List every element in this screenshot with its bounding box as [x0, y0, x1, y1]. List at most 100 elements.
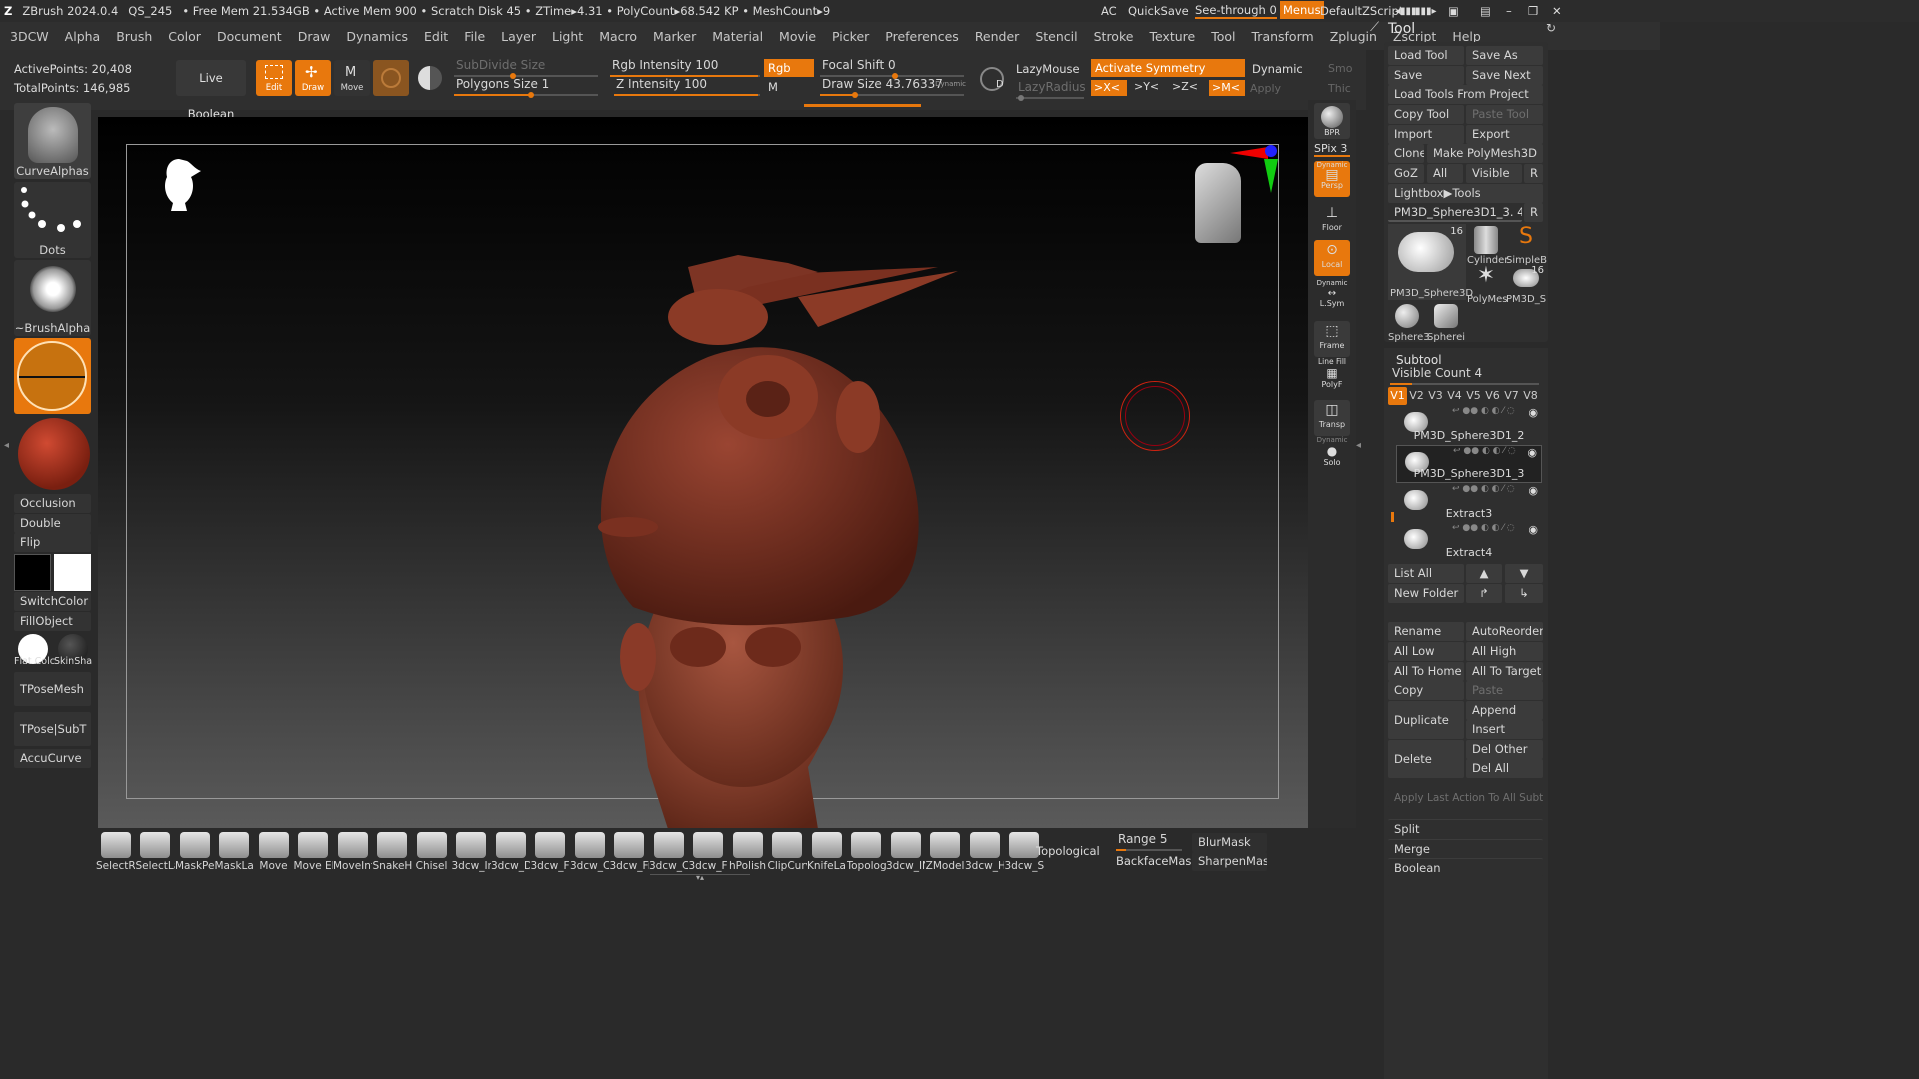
brush-tray-item[interactable]: Topolog — [847, 832, 886, 872]
append-button[interactable]: Append — [1466, 701, 1543, 720]
subtool-visibility-icon[interactable]: ◉ — [1528, 406, 1538, 419]
transp-button[interactable]: ◫ Transp — [1314, 400, 1350, 436]
default-zscript-button[interactable]: DefaultZScript — [1320, 4, 1403, 18]
draw-size-slider[interactable]: Draw Size 43.76337 Dynamic — [818, 77, 968, 98]
autoreorder-button[interactable]: AutoReorder — [1466, 622, 1543, 641]
z-symmetry-toggle[interactable]: >Z< — [1172, 80, 1198, 93]
smooth-slider[interactable]: Smo — [1328, 62, 1352, 75]
panel-icon[interactable]: ▤ — [1480, 4, 1491, 18]
version-tab-v8[interactable]: V8 — [1521, 387, 1540, 405]
all-to-target-button[interactable]: All To Target — [1466, 662, 1543, 681]
primary-color-swatch[interactable] — [14, 554, 51, 591]
menu-movie[interactable]: Movie — [779, 29, 816, 44]
brush-tray-item[interactable]: hPolish — [728, 832, 767, 872]
range-slider[interactable]: Range 5 — [1114, 832, 1186, 852]
all-low-button[interactable]: All Low — [1388, 642, 1464, 661]
brush-tray-item[interactable]: MaskPe — [175, 832, 214, 872]
z-intensity-slider[interactable]: Z Intensity 100 — [612, 77, 764, 97]
goz-r-button[interactable]: R — [1524, 164, 1543, 183]
curve-alphas-button[interactable]: CurveAlphas — [14, 103, 91, 179]
current-tool-slider[interactable]: PM3D_Sphere3D1_3. 48 — [1388, 203, 1522, 222]
subtool-item[interactable]: ◉ ↩ ●● ◐ ◐ ⁄ ◌ Extract4 — [1396, 523, 1542, 561]
version-tab-v5[interactable]: V5 — [1464, 387, 1483, 405]
edit-button[interactable]: Edit — [256, 60, 292, 96]
solo-button[interactable]: ● Solo — [1314, 444, 1350, 470]
menu-layer[interactable]: Layer — [501, 29, 536, 44]
right-collapse-icon[interactable]: ◂ — [1356, 440, 1361, 451]
version-tab-v4[interactable]: V4 — [1445, 387, 1464, 405]
list-all-button[interactable]: List All — [1388, 564, 1464, 583]
menu-alpha[interactable]: Alpha — [65, 29, 101, 44]
version-tab-v3[interactable]: V3 — [1426, 387, 1445, 405]
menu-macro[interactable]: Macro — [599, 29, 637, 44]
load-tool-button[interactable]: Load Tool — [1388, 46, 1464, 65]
current-tool-r-button[interactable]: R — [1524, 203, 1543, 222]
persp-button[interactable]: Dynamic ▤ Persp — [1314, 161, 1350, 197]
lazyradius-slider[interactable]: LazyRadius — [1014, 80, 1088, 101]
brush-tray-item[interactable]: 3dcw_Cl — [570, 832, 609, 872]
rename-button[interactable]: Rename — [1388, 622, 1464, 641]
subtool-options-icon[interactable]: ↩ ●● ◐ ◐ ⁄ ◌ — [1453, 446, 1516, 456]
m-toggle[interactable]: M — [768, 80, 778, 94]
menu-edit[interactable]: Edit — [424, 29, 448, 44]
brush-tray-item[interactable]: SelectLa — [136, 832, 175, 872]
menu-texture[interactable]: Texture — [1149, 29, 1195, 44]
folder-out-icon[interactable]: ↳ — [1505, 584, 1543, 603]
lazymouse-button[interactable]: LazyMouse — [1016, 62, 1080, 76]
flip-button[interactable]: Flip — [14, 533, 91, 552]
subtool-item[interactable]: ◉ ↩ ●● ◐ ◐ ⁄ ◌ PM3D_Sphere3D1_2 — [1396, 406, 1542, 444]
menu-color[interactable]: Color — [168, 29, 201, 44]
left-collapse-icon[interactable]: ◂ — [4, 440, 9, 460]
polygons-size-slider[interactable]: Polygons Size 1 — [452, 77, 602, 98]
brush-tray-item[interactable]: ZModel — [926, 832, 965, 872]
menu-draw[interactable]: Draw — [298, 29, 331, 44]
duplicate-button[interactable]: Duplicate — [1388, 701, 1464, 739]
export-button[interactable]: Export — [1466, 125, 1543, 144]
goz-visible-button[interactable]: Visible — [1466, 164, 1522, 183]
brush-tray-item[interactable]: 3dcw_Fc — [689, 832, 728, 872]
window-icon[interactable]: ▣ — [1448, 4, 1459, 18]
menu-render[interactable]: Render — [975, 29, 1020, 44]
y-symmetry-toggle[interactable]: >Y< — [1134, 80, 1159, 93]
brush-tray-item[interactable]: SnakeH — [373, 832, 412, 872]
copy-tool-button[interactable]: Copy Tool — [1388, 105, 1464, 124]
move-down-icon[interactable]: ▼ — [1505, 564, 1543, 583]
brush-tray-item[interactable]: KnifeLas — [807, 832, 846, 872]
menu-picker[interactable]: Picker — [832, 29, 869, 44]
ac-button[interactable]: AC — [1101, 4, 1117, 18]
brush-tray-item[interactable]: SelectRe — [96, 832, 135, 872]
all-high-button[interactable]: All High — [1466, 642, 1543, 661]
menu-preferences[interactable]: Preferences — [885, 29, 959, 44]
menu-3dcw[interactable]: 3DCW — [10, 29, 49, 44]
layout2-icon[interactable]: ▮▮▮▸ — [1415, 6, 1437, 17]
subtool-visibility-icon[interactable]: ◉ — [1528, 484, 1538, 497]
sculpt-model[interactable] — [518, 247, 1038, 829]
switch-color-button[interactable]: SwitchColor — [14, 592, 91, 611]
brush-tray-item[interactable]: Chisel — [412, 832, 451, 872]
maximize-icon[interactable]: ❐ — [1528, 4, 1538, 18]
seethrough-slider[interactable]: See-through 0 — [1195, 3, 1277, 19]
subtool-options-icon[interactable]: ↩ ●● ◐ ◐ ⁄ ◌ — [1452, 484, 1515, 494]
layout-icon[interactable]: ◂▮▮▮ — [1395, 6, 1417, 17]
activate-symmetry-button[interactable]: Activate Symmetry — [1091, 59, 1245, 77]
rgb-intensity-slider[interactable]: Rgb Intensity 100 — [608, 58, 764, 78]
brush-tray-item[interactable]: MoveInf — [333, 832, 372, 872]
brush-tray-item[interactable]: Move El — [294, 832, 333, 872]
menu-transform[interactable]: Transform — [1252, 29, 1314, 44]
document-canvas[interactable] — [98, 117, 1308, 829]
menu-stencil[interactable]: Stencil — [1035, 29, 1077, 44]
menu-stroke[interactable]: Stroke — [1094, 29, 1134, 44]
folder-in-icon[interactable]: ↱ — [1466, 584, 1502, 603]
brush-tray-item[interactable]: 3dcw_Fil — [610, 832, 649, 872]
bpr-button[interactable]: BPR — [1314, 103, 1350, 139]
floor-button[interactable]: ⊥ Floor — [1314, 203, 1350, 239]
goz-all-button[interactable]: All — [1427, 164, 1463, 183]
brush-tray-item[interactable]: ClipCurv — [768, 832, 807, 872]
thickness-slider[interactable]: Thic — [1328, 82, 1351, 95]
brush-tray-item[interactable]: 3dcw_IN — [886, 832, 925, 872]
boolean-section[interactable]: Boolean — [1388, 858, 1543, 877]
menu-tool[interactable]: Tool — [1211, 29, 1235, 44]
move-button[interactable]: M Move — [334, 60, 370, 96]
quicksave-button[interactable]: QuickSave — [1128, 4, 1189, 18]
tool-thumb-spherei[interactable]: Spherei — [1427, 302, 1465, 343]
